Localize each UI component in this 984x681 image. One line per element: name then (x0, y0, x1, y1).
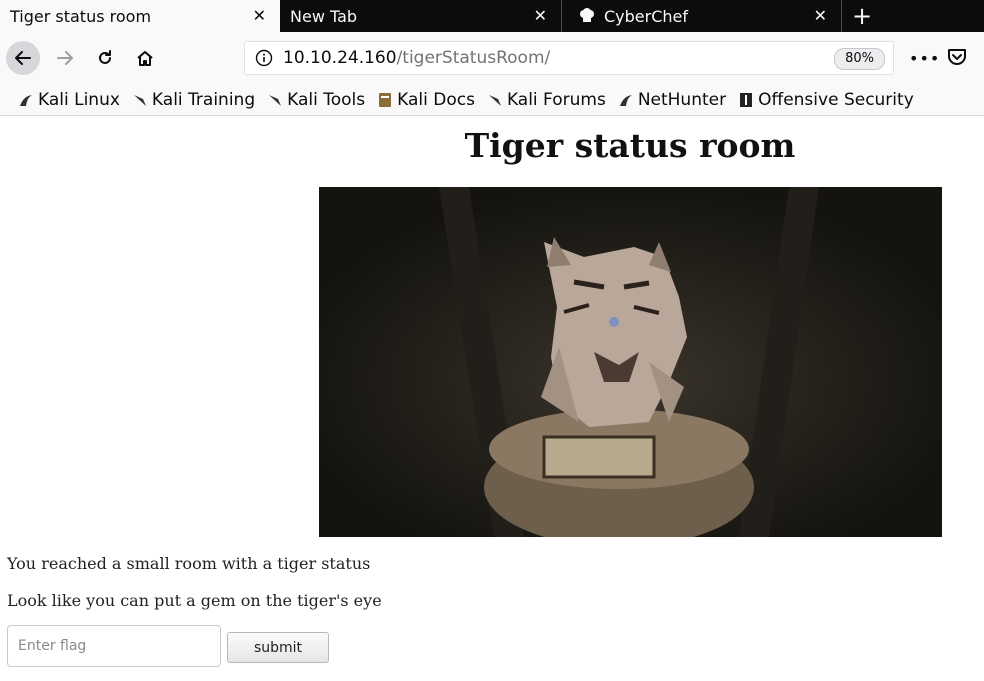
room-description: You reached a small room with a tiger st… (7, 554, 371, 573)
pocket-icon[interactable] (946, 47, 968, 67)
bookmark-label: Kali Forums (506, 89, 606, 110)
tab-new-tab[interactable]: New Tab ✕ (280, 0, 562, 32)
info-icon[interactable] (255, 49, 273, 67)
submit-button[interactable]: submit (227, 632, 329, 663)
bookmark-label: Kali Docs (397, 89, 475, 110)
docs-icon (379, 92, 392, 107)
kali-dragon-icon (488, 94, 501, 106)
nethunter-icon (619, 94, 632, 106)
address-bar[interactable]: 10.10.24.160/tigerStatusRoom/ 80% (244, 41, 894, 75)
home-button[interactable] (128, 41, 162, 75)
reload-icon (99, 50, 111, 64)
bookmark-label: NetHunter (637, 89, 727, 110)
back-arrow-icon (15, 51, 31, 65)
bookmark-kali-linux[interactable]: Kali Linux (18, 90, 120, 110)
kali-dragon-icon (133, 94, 146, 106)
bookmark-label: Kali Linux (38, 89, 120, 110)
forward-button[interactable] (48, 41, 82, 75)
url-host: 10.10.24.160 (283, 48, 397, 68)
bookmark-offensive-security[interactable]: Offensive Security (738, 90, 914, 110)
chef-hat-icon (580, 8, 594, 22)
tiger-statue-picture (319, 187, 942, 537)
page-content: Tiger status room You reached a small ro… (0, 116, 984, 681)
home-icon (137, 51, 153, 66)
forward-arrow-icon (57, 51, 73, 65)
kali-dragon-icon (20, 94, 32, 106)
hint-text: Look like you can put a gem on the tiger… (7, 591, 382, 610)
page-title: Tiger status room (464, 126, 796, 165)
url-path: /tigerStatusRoom/ (396, 48, 551, 68)
tab-title: CyberChef (604, 6, 689, 26)
close-icon[interactable]: ✕ (534, 6, 547, 26)
bookmark-label: Kali Tools (287, 89, 366, 110)
reload-button[interactable] (88, 41, 122, 75)
close-icon[interactable]: ✕ (814, 6, 827, 26)
flag-input[interactable] (7, 625, 221, 667)
bookmark-kali-forums[interactable]: Kali Forums (487, 90, 606, 110)
tab-title: New Tab (290, 6, 358, 26)
tab-strip: Tiger status room ✕ New Tab ✕ CyberChef … (0, 0, 984, 32)
more-icon[interactable]: ••• (909, 49, 940, 68)
bookmark-kali-docs[interactable]: Kali Docs (377, 90, 475, 110)
bookmark-nethunter[interactable]: NetHunter (618, 90, 726, 110)
bookmark-label: Offensive Security (758, 89, 914, 110)
navigation-toolbar: 10.10.24.160/tigerStatusRoom/ 80% ••• (0, 32, 984, 84)
close-icon[interactable]: ✕ (253, 6, 266, 26)
tab-cyberchef[interactable]: CyberChef ✕ (562, 0, 842, 32)
bookmark-label: Kali Training (151, 89, 256, 110)
tab-title: Tiger status room (10, 6, 152, 26)
tiger-statue-image (319, 187, 942, 537)
new-tab-button[interactable]: + (842, 0, 882, 32)
plus-icon: + (851, 2, 873, 30)
zoom-level-badge[interactable]: 80% (834, 48, 885, 70)
bookmarks-toolbar: Kali Linux Kali Training Kali Tools Kali… (0, 84, 984, 116)
bookmark-kali-training[interactable]: Kali Training (132, 90, 255, 110)
offsec-icon (740, 92, 753, 107)
url-text: 10.10.24.160/tigerStatusRoom/ (283, 48, 550, 68)
back-button[interactable] (6, 41, 40, 75)
tab-tiger-status-room[interactable]: Tiger status room ✕ (0, 0, 280, 32)
kali-dragon-icon (269, 94, 282, 106)
bookmark-kali-tools[interactable]: Kali Tools (267, 90, 365, 110)
